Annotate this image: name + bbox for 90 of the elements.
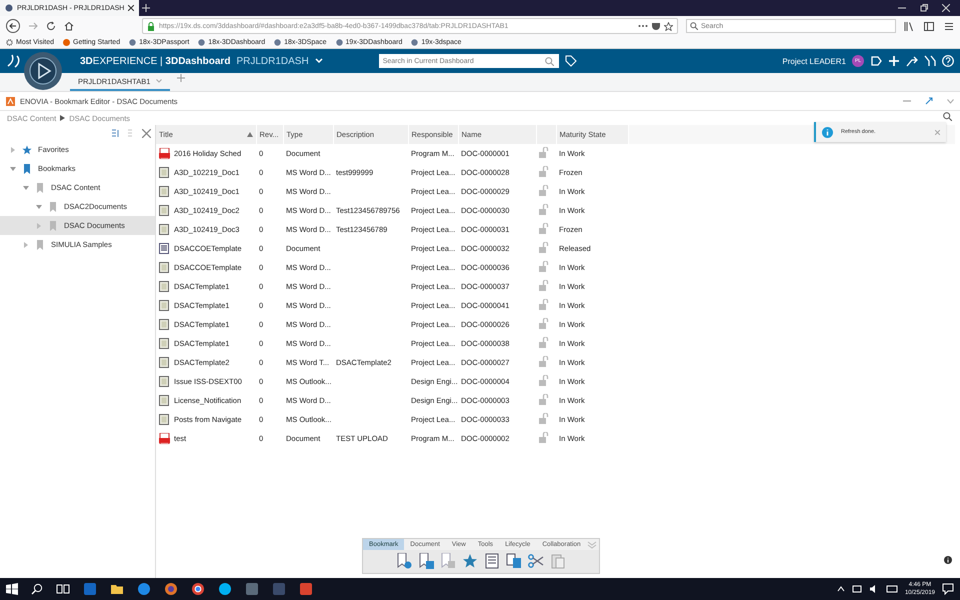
pocket-icon[interactable]	[652, 22, 660, 30]
padlock-icon	[539, 299, 549, 310]
share-icon[interactable]	[906, 55, 918, 67]
info-icon[interactable]	[944, 556, 952, 564]
padlock-icon	[539, 185, 549, 196]
tag-icon[interactable]	[564, 55, 577, 67]
document-file-icon	[159, 224, 170, 235]
pdf-file-icon	[159, 148, 170, 159]
cut-icon[interactable]	[528, 553, 544, 569]
more-icon[interactable]	[638, 24, 648, 28]
star-icon[interactable]	[462, 553, 478, 569]
document-file-icon	[159, 167, 170, 178]
document-file-icon	[159, 300, 170, 311]
padlock-icon	[539, 318, 549, 329]
padlock-icon	[539, 223, 549, 234]
chevron-right-icon	[60, 115, 66, 121]
keyboard-icon[interactable]	[886, 584, 898, 594]
reload-icon[interactable]	[46, 21, 56, 31]
document-file-icon	[159, 186, 170, 197]
browser-logo-icon	[63, 38, 70, 46]
back-icon[interactable]	[6, 19, 20, 33]
padlock-icon	[539, 413, 549, 424]
lock-icon	[147, 22, 155, 30]
app-title: 3DEXPERIENCE | 3DDashboard	[80, 56, 230, 66]
document-file-icon	[159, 281, 170, 292]
padlock-icon	[539, 242, 549, 253]
padlock-icon	[539, 375, 549, 386]
compass-icon[interactable]	[23, 51, 63, 91]
user-name[interactable]: Project LEADER1	[782, 56, 846, 66]
app-icon	[6, 96, 15, 106]
globe-icon	[198, 38, 206, 46]
caret-up-icon[interactable]	[836, 586, 845, 592]
padlock-icon	[539, 337, 549, 348]
restore-icon[interactable]	[920, 4, 928, 12]
document-file-icon	[159, 338, 170, 349]
menu-icon[interactable]	[944, 22, 954, 30]
padlock-icon	[539, 166, 549, 177]
globe-icon	[5, 4, 13, 12]
padlock-icon	[539, 261, 549, 272]
network-icon[interactable]	[852, 584, 862, 594]
task-view-icon[interactable]	[56, 583, 70, 595]
sort-ascending-icon[interactable]	[246, 132, 252, 137]
globe-icon	[411, 38, 418, 46]
padlock-icon	[539, 432, 549, 443]
collapse-icon[interactable]	[925, 97, 933, 105]
document-file-icon	[159, 262, 170, 273]
app-icon[interactable]	[218, 582, 232, 596]
collapse-arrow-icon[interactable]	[36, 204, 42, 210]
padlock-icon	[539, 356, 549, 367]
collapse-arrow-icon[interactable]	[10, 166, 16, 172]
info-icon	[822, 126, 833, 138]
document-file-icon	[159, 414, 170, 425]
padlock-icon	[539, 204, 549, 215]
star-icon	[22, 144, 32, 154]
app-icon[interactable]	[191, 582, 205, 596]
document-file-icon	[159, 205, 170, 216]
copy-icon[interactable]	[506, 553, 522, 569]
star-icon[interactable]	[664, 22, 673, 30]
document-file-icon	[159, 243, 170, 254]
globe-icon	[129, 38, 136, 46]
search-icon[interactable]	[31, 583, 43, 595]
padlock-icon	[539, 147, 549, 158]
properties-icon[interactable]	[484, 553, 500, 569]
document-file-icon	[159, 319, 170, 330]
close-icon[interactable]	[128, 5, 134, 11]
search-icon[interactable]	[943, 112, 952, 121]
folder-icon[interactable]	[110, 582, 124, 596]
sidebar-icon[interactable]	[924, 22, 934, 30]
globe-icon	[336, 38, 343, 46]
home-icon[interactable]	[64, 21, 74, 31]
windows-logo-icon[interactable]	[6, 583, 18, 595]
logo-icon	[6, 54, 22, 68]
search-icon	[544, 56, 554, 66]
expand-all-icon[interactable]	[111, 129, 121, 138]
document-file-icon	[159, 357, 170, 368]
padlock-icon	[539, 280, 549, 291]
notification-icon[interactable]	[942, 583, 954, 595]
gear-icon	[6, 38, 13, 46]
globe-icon	[274, 38, 282, 46]
collapse-arrow-icon[interactable]	[23, 184, 29, 190]
library-icon[interactable]	[904, 22, 914, 30]
dashboard-name[interactable]: PRJLDR1DASH	[236, 56, 309, 66]
padlock-icon	[539, 394, 549, 405]
add-bookmark-icon[interactable]	[418, 553, 434, 569]
document-file-icon	[159, 376, 170, 387]
document-file-icon	[159, 395, 170, 406]
help-icon[interactable]	[942, 55, 954, 67]
add-bookmark-icon[interactable]	[396, 553, 412, 569]
app-icon[interactable]	[164, 582, 178, 596]
pdf-file-icon	[159, 433, 170, 444]
